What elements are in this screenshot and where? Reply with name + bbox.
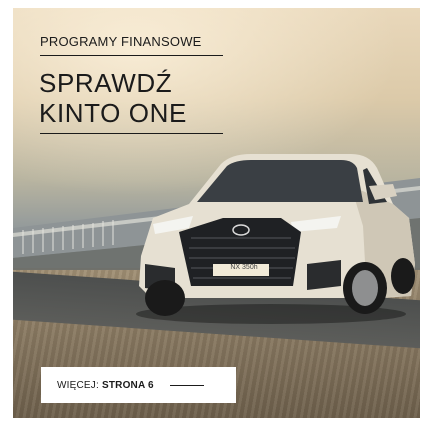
cta-line-decoration — [169, 384, 204, 386]
divider-top — [40, 55, 223, 56]
promo-card: NX 350h PROGRAMY FINANSOWE SPRAWDŹ KINTO… — [13, 8, 420, 418]
headline: SPRAWDŹ KINTO ONE — [39, 68, 187, 128]
cta-prefix: WIĘCEJ: — [57, 379, 99, 391]
license-plate-text: NX 350h — [230, 264, 258, 271]
more-info-button[interactable]: WIĘCEJ: STRONA 6 — [41, 367, 236, 403]
headline-line-1: SPRAWDŹ — [39, 68, 173, 98]
headline-line-2: KINTO ONE — [39, 98, 187, 128]
divider-bottom — [40, 133, 223, 134]
suv-car-image — [136, 154, 415, 324]
cta-page-reference: STRONA 6 — [101, 379, 154, 391]
section-eyebrow: PROGRAMY FINANSOWE — [40, 34, 202, 49]
